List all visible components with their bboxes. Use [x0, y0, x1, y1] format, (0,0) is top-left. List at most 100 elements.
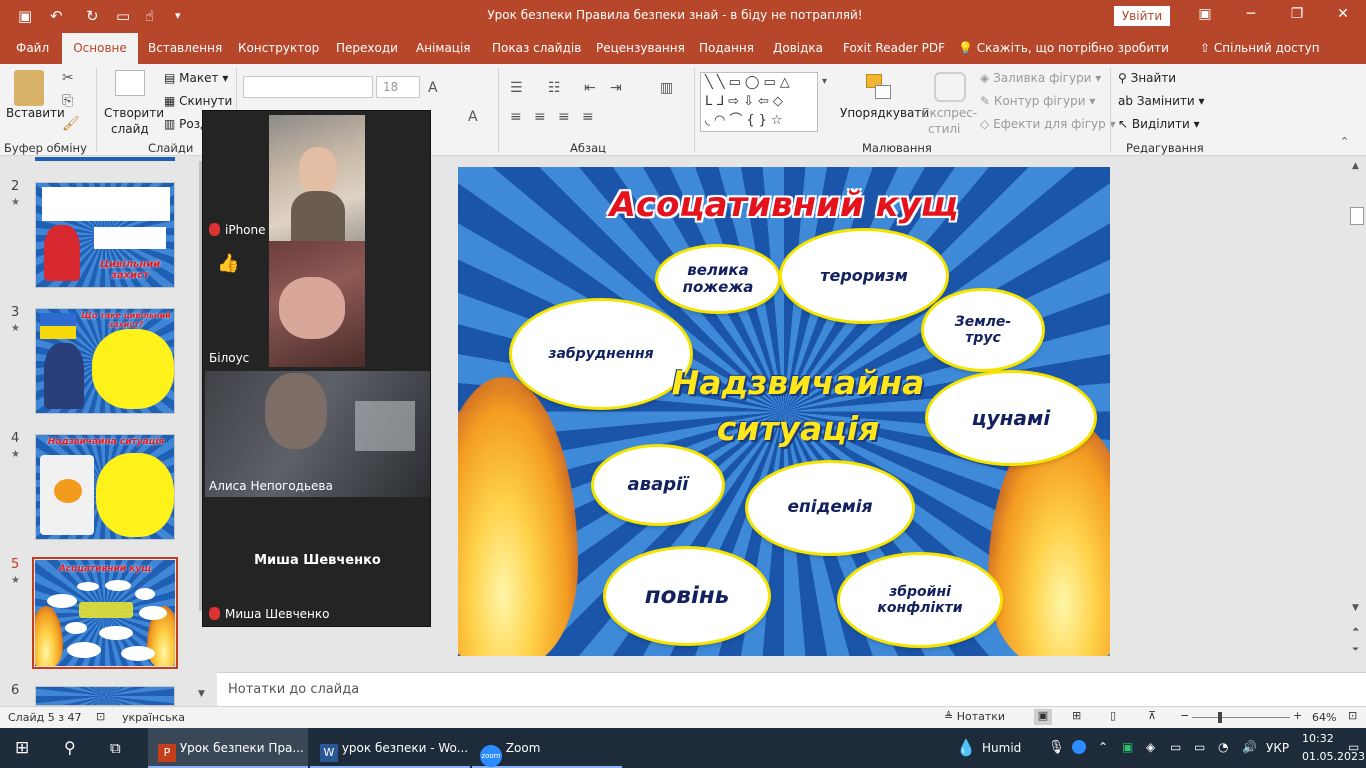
align-left-icon[interactable]: ≡ — [510, 109, 522, 125]
tab-insert[interactable]: Вставлення — [148, 41, 222, 55]
layout-button[interactable]: ▤ Макет ▾ — [164, 71, 228, 85]
touch-mode-icon[interactable]: ☝ — [145, 6, 154, 26]
taskbar-app-zoom[interactable]: zoom Zoom — [472, 728, 622, 768]
zoom-in-icon[interactable]: + — [1293, 709, 1302, 722]
align-right-icon[interactable]: ≡ — [558, 109, 570, 125]
collapse-ribbon-icon[interactable]: ⌃ — [1340, 134, 1349, 150]
slide-canvas[interactable]: Асоцативний кущ велика пожежа тероризм З… — [458, 167, 1110, 656]
microphone-icon[interactable]: 🎙 — [1048, 740, 1065, 755]
zoom-level[interactable]: 64% — [1312, 711, 1336, 724]
tab-view[interactable]: Подання — [699, 41, 754, 55]
slide-thumbnail-current[interactable]: Асоцативний кущ — [35, 560, 175, 666]
cloud-terrorism[interactable]: тероризм — [782, 231, 946, 321]
tray-chevron-icon[interactable]: ⌃ — [1098, 740, 1108, 754]
font-color-icon[interactable]: A — [468, 109, 478, 125]
shape-outline-button[interactable]: ✎ Контур фігури ▾ — [980, 94, 1095, 108]
new-slide-icon[interactable] — [115, 70, 145, 96]
cloud-accidents[interactable]: аварії — [594, 447, 722, 523]
notification-icon[interactable]: ▭ — [1348, 740, 1359, 754]
center-text-line1[interactable]: Надзвичайна — [658, 363, 938, 402]
notes-placeholder[interactable]: Нотатки до слайда — [228, 682, 359, 697]
close-icon[interactable]: ✕ — [1328, 6, 1358, 22]
arrange-icon[interactable] — [862, 72, 894, 102]
replace-button[interactable]: ab Замінити ▾ — [1118, 94, 1205, 108]
participant-tile[interactable]: 👍 Білоус — [203, 241, 430, 371]
participant-tile[interactable]: Миша Шевченко Миша Шевченко — [203, 497, 430, 626]
slide-thumbnail[interactable]: Надзвичайна ситуація — [35, 434, 175, 540]
customize-qat-icon[interactable]: ▾ — [175, 6, 181, 26]
tab-slideshow[interactable]: Показ слайдів — [492, 41, 581, 55]
slide-thumbnail-1-edge[interactable] — [35, 157, 175, 161]
taskbar-app-word[interactable]: W урок безпеки - Wo... — [310, 728, 470, 768]
tab-design[interactable]: Конструктор — [238, 41, 319, 55]
notes-pane[interactable]: Нотатки до слайда — [217, 672, 1366, 706]
redo-icon[interactable]: ↻ — [86, 6, 99, 26]
normal-view-icon[interactable]: ▣ — [1034, 709, 1052, 725]
slide-vertical-scrollbar[interactable]: ▲ ▼ ⏶ ⏷ — [1348, 157, 1366, 672]
zoom-tray-icon[interactable] — [1072, 740, 1086, 754]
zoom-out-icon[interactable]: − — [1180, 709, 1189, 722]
copy-icon[interactable]: ⎘ — [62, 93, 73, 109]
minimize-icon[interactable]: ─ — [1236, 6, 1266, 22]
windows-start-icon[interactable]: ⊞ — [15, 738, 29, 758]
reset-button[interactable]: ▦ Скинути — [164, 94, 232, 108]
quick-styles-icon[interactable] — [934, 72, 966, 102]
bullets-icon[interactable]: ☰ — [510, 80, 523, 96]
tell-me-search[interactable]: 💡 Скажіть, що потрібно зробити — [958, 41, 1169, 55]
decrease-indent-icon[interactable]: ⇤ — [584, 80, 596, 96]
tab-transitions[interactable]: Переходи — [336, 41, 398, 55]
keyboard-language[interactable]: УКР — [1266, 741, 1289, 755]
paste-button[interactable]: Вставити — [6, 106, 65, 120]
cloud-fire[interactable]: велика пожежа — [658, 247, 778, 311]
zoom-slider[interactable] — [1192, 717, 1290, 718]
display-icon[interactable]: ▭ — [1194, 740, 1205, 754]
task-view-icon[interactable]: ⧉ — [110, 738, 121, 758]
maximize-icon[interactable]: ❐ — [1282, 6, 1312, 22]
taskbar-app-powerpoint[interactable]: P Урок безпеки Пра... — [148, 728, 308, 768]
numbering-icon[interactable]: ☷ — [548, 80, 561, 96]
slide-sorter-icon[interactable]: ⊞ — [1072, 709, 1081, 722]
tray-app-icon[interactable]: ▣ — [1122, 740, 1133, 754]
undo-icon[interactable]: ↶ — [50, 6, 63, 26]
tab-review[interactable]: Рецензування — [596, 41, 685, 55]
tab-foxit[interactable]: Foxit Reader PDF — [843, 41, 945, 55]
weather-label[interactable]: Humid — [982, 741, 1021, 755]
zoom-slider-thumb[interactable] — [1218, 712, 1222, 723]
search-icon[interactable]: ⚲ — [64, 738, 76, 758]
grow-font-icon[interactable]: A — [428, 80, 438, 96]
cloud-armed-conflicts[interactable]: збройні конфлікти — [840, 555, 1000, 645]
sign-in-button[interactable]: Увійти — [1114, 6, 1170, 26]
scroll-down-icon[interactable]: ▼ — [198, 689, 205, 699]
cloud-earthquake[interactable]: Земле- трус — [924, 291, 1042, 369]
tab-home[interactable]: Основне — [62, 33, 138, 64]
spellcheck-icon[interactable]: ⊡ — [96, 710, 105, 723]
cloud-flood[interactable]: повінь — [606, 549, 768, 643]
save-icon[interactable]: ▣ — [18, 6, 32, 26]
format-painter-icon[interactable]: 🖌 — [62, 116, 80, 132]
battery-icon[interactable]: ▭ — [1170, 740, 1181, 754]
present-icon[interactable]: ▭ — [116, 6, 130, 26]
slideshow-view-icon[interactable]: ⊼ — [1148, 709, 1156, 722]
shape-fill-button[interactable]: ◈ Заливка фігури ▾ — [980, 71, 1101, 85]
slide-thumbnail[interactable]: Цивільний захист — [35, 182, 175, 288]
fit-to-window-icon[interactable]: ⊡ — [1348, 709, 1357, 722]
tab-animations[interactable]: Анімація — [416, 41, 471, 55]
justify-icon[interactable]: ≡ — [582, 109, 594, 125]
increase-indent-icon[interactable]: ⇥ — [610, 80, 622, 96]
slide-thumbnail[interactable] — [35, 686, 175, 706]
scroll-down-icon[interactable]: ▼ — [1352, 603, 1359, 613]
center-text-line2[interactable]: ситуація — [658, 409, 938, 448]
notes-toggle[interactable]: ≜ Нотатки — [944, 710, 1005, 723]
select-button[interactable]: ↖ Виділити ▾ — [1118, 117, 1200, 131]
gallery-more-icon[interactable]: ▾ — [822, 74, 827, 90]
font-size-combo[interactable]: 18 — [376, 76, 420, 98]
shapes-gallery[interactable]: ╲╲▭◯▭△ ᒪᒧ⇨⇩⇦◇ ◟◠⌒{}☆ — [700, 72, 818, 132]
reading-view-icon[interactable]: ▯ — [1110, 709, 1116, 722]
share-button[interactable]: ⇧ Спільний доступ — [1200, 41, 1320, 55]
tab-help[interactable]: Довідка — [773, 41, 823, 55]
language-indicator[interactable]: українська — [122, 711, 185, 724]
cut-icon[interactable]: ✂ — [62, 70, 74, 86]
scroll-up-icon[interactable]: ▲ — [1352, 161, 1359, 171]
quick-styles-button[interactable]: Експрес- — [922, 106, 977, 120]
find-button[interactable]: ⚲ Знайти — [1118, 71, 1176, 85]
